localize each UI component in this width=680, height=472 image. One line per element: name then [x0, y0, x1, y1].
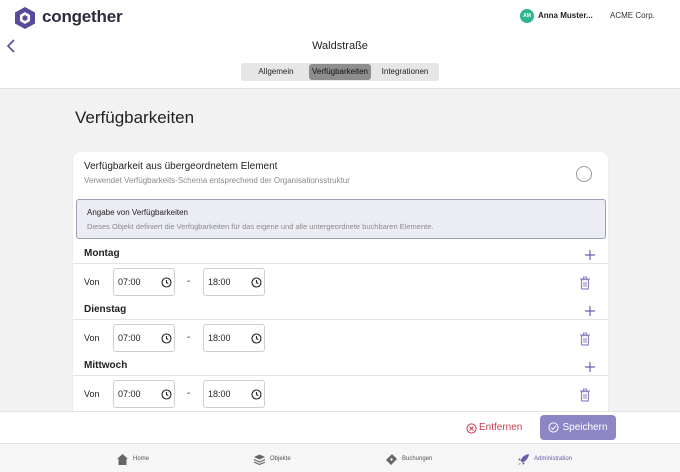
org-selector[interactable]: ACME Corp.: [610, 11, 655, 20]
check-circle-icon: [548, 422, 560, 433]
congether-logo-icon[interactable]: [14, 6, 36, 30]
time-value: 18:00: [208, 333, 231, 343]
add-plus-icon[interactable]: [583, 248, 597, 262]
day-divider: [73, 375, 608, 376]
nav-item-objekte[interactable]: Objekte: [253, 452, 291, 466]
save-button-label: Speichern: [562, 422, 608, 433]
clock-icon[interactable]: [161, 333, 172, 344]
from-label: Von: [84, 277, 100, 287]
avatar[interactable]: AM: [520, 9, 534, 23]
clock-icon[interactable]: [251, 389, 262, 400]
time-from-input[interactable]: 07:00: [113, 268, 175, 296]
range-separator: -: [187, 276, 191, 287]
trash-icon[interactable]: [579, 388, 591, 402]
time-to-input[interactable]: 18:00: [203, 324, 265, 352]
add-plus-icon[interactable]: [583, 304, 597, 318]
clock-icon[interactable]: [161, 389, 172, 400]
time-value: 07:00: [118, 389, 141, 399]
time-from-input[interactable]: 07:00: [113, 380, 175, 408]
tab-integrationen[interactable]: Integrationen: [373, 64, 437, 80]
tab-bar: Allgemein Verfügbarkeiten Integrationen: [241, 63, 439, 81]
top-bar: congether AM Anna Muster... ACME Corp.: [0, 0, 680, 34]
time-value: 18:00: [208, 277, 231, 287]
clock-icon[interactable]: [251, 277, 262, 288]
from-label: Von: [84, 389, 100, 399]
day-title-dienstag: Dienstag: [84, 304, 127, 315]
add-plus-icon[interactable]: [583, 360, 597, 374]
bottom-nav: Home Objekte Buchungen Administration: [0, 443, 680, 472]
day-divider: [73, 263, 608, 264]
tab-verfuegbarkeiten[interactable]: Verfügbarkeiten: [309, 64, 371, 80]
nav-item-label: Administration: [534, 456, 573, 462]
time-to-input[interactable]: 18:00: [203, 380, 265, 408]
nav-item-administration[interactable]: Administration: [517, 452, 572, 466]
option-inherit-radio[interactable]: [576, 166, 592, 182]
option-inherit-title: Verfügbarkeit aus übergeordnetem Element: [84, 161, 278, 172]
time-from-input[interactable]: 07:00: [113, 324, 175, 352]
rocket-icon: [518, 453, 529, 465]
option-specify-title: Angabe von Verfügbarkeiten: [87, 208, 188, 217]
save-button[interactable]: Speichern: [540, 415, 616, 440]
layers-icon: [253, 454, 266, 465]
option-inherit-subtitle: Verwendet Verfügbarkeits-Schema entsprec…: [84, 176, 350, 185]
remove-circle-icon: [466, 422, 477, 434]
time-value: 07:00: [118, 333, 141, 343]
remove-button[interactable]: Entfernen: [466, 417, 522, 439]
remove-button-label: Entfernen: [479, 422, 523, 433]
nav-item-buchungen[interactable]: Buchungen: [385, 452, 432, 466]
nav-item-label: Objekte: [270, 456, 291, 462]
clock-icon[interactable]: [161, 277, 172, 288]
range-separator: -: [187, 332, 191, 343]
time-value: 18:00: [208, 389, 231, 399]
option-specify[interactable]: Angabe von Verfügbarkeiten Dieses Objekt…: [76, 199, 606, 239]
nav-item-label: Home: [133, 456, 150, 462]
home-icon: [117, 453, 128, 465]
option-specify-subtitle: Dieses Objekt definiert die Verfügbarkei…: [87, 222, 434, 231]
nav-item-label: Buchungen: [402, 456, 433, 462]
time-to-input[interactable]: 18:00: [203, 268, 265, 296]
clock-icon[interactable]: [251, 333, 262, 344]
section-title: Verfügbarkeiten: [75, 108, 195, 127]
time-value: 07:00: [118, 277, 141, 287]
day-divider: [73, 319, 608, 320]
trash-icon[interactable]: [579, 332, 591, 346]
user-name[interactable]: Anna Muster...: [538, 11, 593, 20]
main-content: Verfügbarkeiten Verfügbarkeit aus überge…: [0, 89, 680, 411]
availability-card: Verfügbarkeit aus übergeordnetem Element…: [73, 152, 608, 411]
nav-item-home[interactable]: Home: [116, 452, 149, 466]
brand-name[interactable]: congether: [42, 7, 123, 27]
tab-allgemein[interactable]: Allgemein: [245, 64, 307, 80]
range-separator: -: [187, 388, 191, 399]
page-title: Waldstraße: [312, 40, 368, 52]
from-label: Von: [84, 333, 100, 343]
day-title-montag: Montag: [84, 248, 120, 259]
action-bar: Entfernen Speichern: [0, 411, 680, 443]
day-title-mittwoch: Mittwoch: [84, 360, 128, 371]
trash-icon[interactable]: [579, 276, 591, 290]
ticket-icon: [386, 453, 397, 465]
